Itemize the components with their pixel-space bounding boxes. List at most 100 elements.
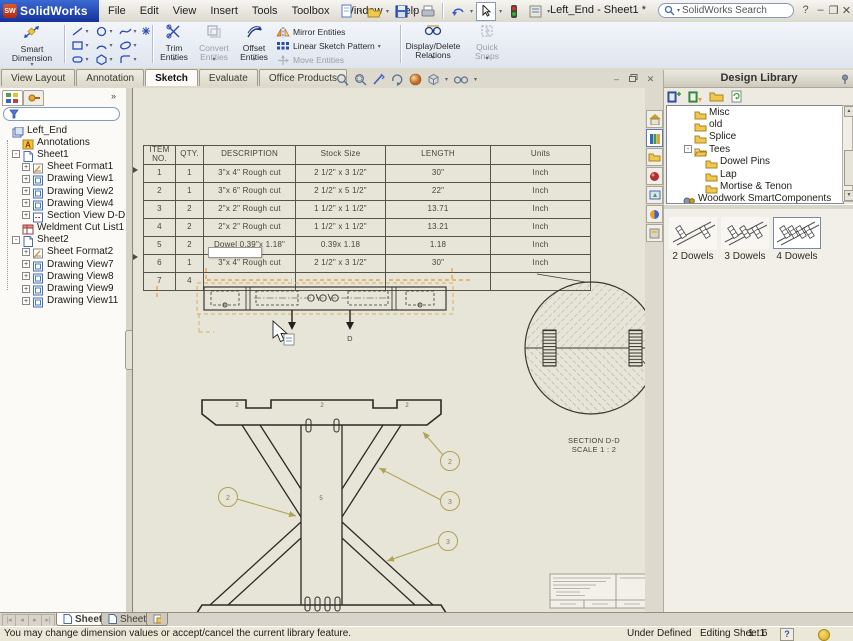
move-entities-button[interactable]: Move Entities: [276, 53, 396, 67]
save-icon[interactable]: [392, 3, 410, 20]
collapse-icon[interactable]: -: [684, 145, 692, 153]
tree-item-left-end[interactable]: Left_End: [0, 124, 126, 136]
library-scrollbar[interactable]: ▲ ▼: [842, 105, 853, 202]
tree-item-sheet-format1[interactable]: +Sheet Format1: [0, 161, 126, 173]
expand-icon[interactable]: +: [22, 272, 30, 280]
child-minimize-icon[interactable]: –: [610, 73, 623, 85]
zoom-area-icon[interactable]: [354, 73, 367, 86]
task-pane-tab-custom-properties-icon[interactable]: [646, 224, 663, 242]
front-view[interactable]: [195, 400, 448, 612]
point-tool-icon[interactable]: [140, 26, 152, 36]
menu-file[interactable]: File: [101, 3, 133, 19]
print-icon[interactable]: [419, 3, 437, 20]
library-folder-tees[interactable]: -Tees: [667, 143, 843, 155]
collapse-icon[interactable]: -: [12, 150, 20, 158]
trim-entities-button[interactable]: Trim Entities ▾: [156, 24, 192, 63]
tree-item-drawing-view7[interactable]: +Drawing View7: [0, 258, 126, 270]
expand-icon[interactable]: +: [22, 199, 30, 207]
library-folder-misc[interactable]: Misc: [667, 106, 843, 118]
help-button[interactable]: ?: [799, 4, 812, 16]
menu-tools[interactable]: Tools: [245, 3, 285, 19]
library-folder-splice[interactable]: Splice: [667, 131, 843, 143]
collapse-icon[interactable]: -: [12, 236, 20, 244]
tree-item-drawing-view4[interactable]: +Drawing View4: [0, 197, 126, 209]
scroll-up-icon[interactable]: ▲: [844, 106, 853, 117]
tree-item-drawing-view11[interactable]: +Drawing View11: [0, 295, 126, 307]
tree-item-weldment-cut-list1[interactable]: Weldment Cut List1: [0, 222, 126, 234]
maximize-button[interactable]: ❐: [827, 4, 840, 17]
line-tool-icon[interactable]: ▾: [68, 26, 92, 37]
close-button[interactable]: ✕: [840, 4, 853, 17]
add-file-location-icon[interactable]: [688, 90, 703, 103]
tab-annotation[interactable]: Annotation: [76, 69, 144, 86]
rotate-view-icon[interactable]: [390, 73, 404, 86]
new-dropdown-icon[interactable]: ▾: [359, 8, 362, 15]
tree-item-sheet-format2[interactable]: +Sheet Format2: [0, 246, 126, 258]
trim-flyout-icon[interactable]: ▾: [172, 56, 175, 63]
library-folder-woodwork-smartcomponents[interactable]: Woodwork SmartComponents: [667, 193, 843, 204]
tree-filter-input[interactable]: [3, 107, 120, 121]
scroll-thumb[interactable]: [844, 150, 853, 186]
tab-evaluate[interactable]: Evaluate: [199, 69, 258, 86]
section-view-d-d[interactable]: [525, 274, 645, 414]
ellipse-tool-icon[interactable]: ▾: [116, 40, 140, 51]
linear-pattern-dropdown-icon[interactable]: ▾: [378, 43, 381, 50]
library-folder-dowel-pins[interactable]: Dowel Pins: [667, 156, 843, 168]
selection-filter-icon[interactable]: [505, 3, 523, 20]
convert-entities-button[interactable]: Convert Entities ▾: [194, 24, 234, 63]
search-box[interactable]: ▾ SolidWorks Search: [658, 3, 794, 18]
tree-item-drawing-view8[interactable]: +Drawing View8: [0, 270, 126, 282]
refresh-icon[interactable]: [730, 90, 743, 103]
relations-flyout-icon[interactable]: ▾: [431, 54, 434, 61]
undo-icon[interactable]: [449, 3, 467, 20]
spline-tool-icon[interactable]: ▾: [116, 26, 140, 37]
menu-insert[interactable]: Insert: [203, 3, 245, 19]
display-style-icon[interactable]: [427, 73, 440, 86]
child-close-icon[interactable]: ✕: [644, 73, 657, 85]
open-icon[interactable]: [365, 3, 383, 20]
fillet-tool-icon[interactable]: ▾: [116, 54, 140, 65]
task-pane-tab-file-explorer-icon[interactable]: [646, 148, 663, 166]
linear-sketch-pattern-button[interactable]: Linear Sketch Pattern ▾: [276, 39, 396, 53]
add-to-library-icon[interactable]: [667, 90, 682, 103]
select-tool-icon[interactable]: [476, 2, 496, 21]
task-pane-tab-view-palette-icon[interactable]: [646, 186, 663, 204]
task-pane-tab-search-tab-icon[interactable]: [646, 167, 663, 185]
rectangle-tool-icon[interactable]: ▾: [68, 40, 92, 51]
hide-show-dropdown-icon[interactable]: ▾: [474, 76, 477, 83]
library-item-4-dowels[interactable]: 4 Dowels: [772, 217, 822, 262]
tab-office-products[interactable]: Office Products: [259, 69, 347, 86]
library-item-2-dowels[interactable]: 2 Dowels: [668, 217, 718, 262]
minimize-button[interactable]: –: [814, 4, 827, 16]
tree-item-drawing-view9[interactable]: +Drawing View9: [0, 282, 126, 294]
library-item-3-dowels[interactable]: 3 Dowels: [720, 217, 770, 262]
offset-entities-button[interactable]: Offset Entities ▾: [236, 24, 272, 63]
view-orientation-icon[interactable]: [372, 73, 385, 86]
search-dropdown-icon[interactable]: ▾: [677, 7, 680, 14]
expand-icon[interactable]: +: [22, 187, 30, 195]
tree-item-drawing-view2[interactable]: +Drawing View2: [0, 185, 126, 197]
new-folder-icon[interactable]: [709, 90, 724, 102]
task-pane-tab-home-icon[interactable]: [646, 110, 663, 128]
balloon-callouts[interactable]: [219, 432, 460, 561]
child-restore-icon[interactable]: [627, 73, 640, 85]
mirror-entities-button[interactable]: Mirror Entities: [276, 25, 396, 39]
offset-flyout-icon[interactable]: ▾: [252, 56, 255, 63]
polygon-tool-icon[interactable]: ▾: [92, 54, 116, 65]
menu-view[interactable]: View: [166, 3, 204, 19]
undo-dropdown-icon[interactable]: ▾: [470, 8, 473, 15]
arc-tool-icon[interactable]: ▾: [92, 40, 116, 51]
property-manager-tab[interactable]: [23, 90, 44, 106]
tree-item-sheet1[interactable]: -Sheet1: [0, 148, 126, 160]
menu-edit[interactable]: Edit: [133, 3, 166, 19]
tree-item-drawing-view1[interactable]: +Drawing View1: [0, 173, 126, 185]
display-delete-relations-button[interactable]: Display/Delete Relations ▾: [404, 24, 462, 61]
tab-sketch[interactable]: Sketch: [145, 69, 198, 86]
tree-item-section-view-d-d[interactable]: +Section View D-D: [0, 209, 126, 221]
smart-dimension-flyout-icon[interactable]: ▾: [30, 61, 33, 68]
menu-toolbox[interactable]: Toolbox: [285, 3, 337, 19]
status-help-icon[interactable]: ?: [780, 628, 794, 641]
beam-top-view[interactable]: [204, 287, 446, 310]
select-dropdown-icon[interactable]: ▾: [499, 8, 502, 15]
task-pane-tab-appearances-icon[interactable]: [646, 205, 663, 223]
